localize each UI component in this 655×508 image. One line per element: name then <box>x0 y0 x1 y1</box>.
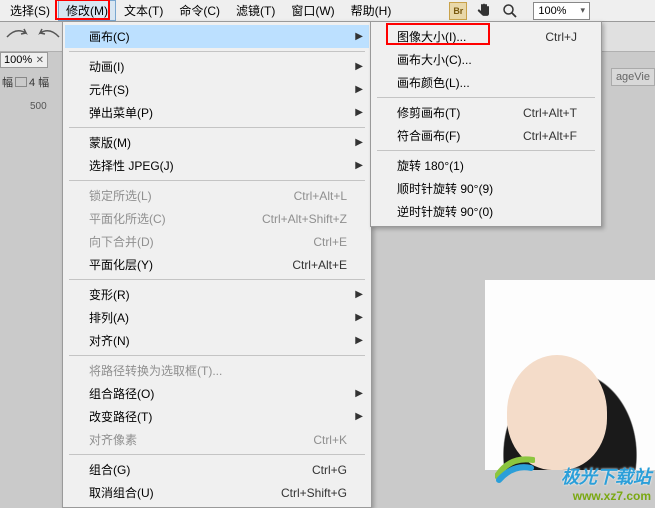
menu-animation[interactable]: 动画(I)▶ <box>65 55 369 78</box>
close-icon[interactable]: ✕ <box>36 55 44 66</box>
menu-combine-path[interactable]: 组合路径(O)▶ <box>65 382 369 405</box>
menu-window[interactable]: 窗口(W) <box>283 0 342 21</box>
submenu-rotate-cw-90[interactable]: 顺时针旋转 90°(9) <box>373 177 599 200</box>
left-strip: 100% ✕ 幅 4 幅 <box>0 52 62 92</box>
menu-text[interactable]: 文本(T) <box>116 0 171 21</box>
submenu-arrow-icon: ▶ <box>355 160 363 171</box>
modify-dropdown: 画布(C) ▶ 动画(I)▶ 元件(S)▶ 弹出菜单(P)▶ 蒙版(M)▶ 选择… <box>62 21 372 508</box>
separator <box>69 127 365 128</box>
frames-row: 幅 4 幅 <box>0 72 62 92</box>
separator <box>69 355 365 356</box>
menu-alter-path[interactable]: 改变路径(T)▶ <box>65 405 369 428</box>
submenu-arrow-icon: ▶ <box>355 388 363 399</box>
watermark-swoosh-icon <box>495 454 535 487</box>
submenu-canvas-color[interactable]: 画布颜色(L)... <box>373 71 599 94</box>
submenu-fit-canvas[interactable]: 符合画布(F)Ctrl+Alt+F <box>373 124 599 147</box>
menu-snap-pixel: 对齐像素Ctrl+K <box>65 428 369 451</box>
submenu-arrow-icon: ▶ <box>355 137 363 148</box>
submenu-arrow-icon: ▶ <box>355 107 363 118</box>
menu-transform[interactable]: 变形(R)▶ <box>65 283 369 306</box>
separator <box>69 180 365 181</box>
submenu-arrow-icon: ▶ <box>355 335 363 346</box>
chevron-down-icon: ▾ <box>580 5 585 16</box>
submenu-trim-canvas[interactable]: 修剪画布(T)Ctrl+Alt+T <box>373 101 599 124</box>
separator <box>69 51 365 52</box>
menu-ungroup[interactable]: 取消组合(U)Ctrl+Shift+G <box>65 481 369 504</box>
ruler-value: 500 <box>30 101 47 112</box>
zoom-value: 100% <box>538 5 566 17</box>
menu-command[interactable]: 命令(C) <box>171 0 228 21</box>
menu-align[interactable]: 对齐(N)▶ <box>65 329 369 352</box>
separator <box>377 150 595 151</box>
menu-arrange[interactable]: 排列(A)▶ <box>65 306 369 329</box>
menu-group[interactable]: 组合(G)Ctrl+G <box>65 458 369 481</box>
submenu-arrow-icon: ▶ <box>355 31 363 42</box>
frames-right: 4 幅 <box>29 74 49 90</box>
hand-icon[interactable] <box>475 2 493 20</box>
submenu-arrow-icon: ▶ <box>355 289 363 300</box>
submenu-arrow-icon: ▶ <box>355 61 363 72</box>
submenu-rotate-180[interactable]: 旋转 180°(1) <box>373 154 599 177</box>
submenu-arrow-icon: ▶ <box>355 411 363 422</box>
canvas-submenu: 图像大小(I)...Ctrl+J 画布大小(C)... 画布颜色(L)... 修… <box>370 21 602 227</box>
menu-path-to-marquee: 将路径转换为选取框(T)... <box>65 359 369 382</box>
zoom-tab-label: 100% <box>4 54 32 66</box>
undo-redo-icons[interactable] <box>4 23 64 51</box>
zoom-dropdown[interactable]: 100% ▾ <box>533 2 590 20</box>
menu-help[interactable]: 帮助(H) <box>343 0 400 21</box>
submenu-canvas-size[interactable]: 画布大小(C)... <box>373 48 599 71</box>
menu-mask[interactable]: 蒙版(M)▶ <box>65 131 369 154</box>
separator <box>377 97 595 98</box>
submenu-arrow-icon: ▶ <box>355 84 363 95</box>
bridge-icon[interactable]: Br <box>449 2 467 20</box>
menubar: 选择(S) 修改(M) 文本(T) 命令(C) 滤镜(T) 窗口(W) 帮助(H… <box>0 0 655 22</box>
menu-select[interactable]: 选择(S) <box>2 0 58 21</box>
separator <box>69 279 365 280</box>
menu-lock-selection: 锁定所选(L)Ctrl+Alt+L <box>65 184 369 207</box>
menu-merge-down: 向下合并(D)Ctrl+E <box>65 230 369 253</box>
menu-symbol[interactable]: 元件(S)▶ <box>65 78 369 101</box>
submenu-rotate-ccw-90[interactable]: 逆时针旋转 90°(0) <box>373 200 599 223</box>
menu-canvas[interactable]: 画布(C) ▶ <box>65 25 369 48</box>
menu-flatten-selection: 平面化所选(C)Ctrl+Alt+Shift+Z <box>65 207 369 230</box>
magnify-icon[interactable] <box>501 2 519 20</box>
separator <box>69 454 365 455</box>
menu-popup[interactable]: 弹出菜单(P)▶ <box>65 101 369 124</box>
photo-preview <box>485 280 655 470</box>
menu-filter[interactable]: 滤镜(T) <box>228 0 283 21</box>
submenu-arrow-icon: ▶ <box>355 312 363 323</box>
zoom-tab[interactable]: 100% ✕ <box>0 52 48 68</box>
menu-flatten-layers[interactable]: 平面化层(Y)Ctrl+Alt+E <box>65 253 369 276</box>
frames-left: 幅 <box>2 74 13 90</box>
menu-selective-jpeg[interactable]: 选择性 JPEG(J)▶ <box>65 154 369 177</box>
submenu-image-size[interactable]: 图像大小(I)...Ctrl+J <box>373 25 599 48</box>
frame-icon[interactable] <box>15 77 27 87</box>
menu-modify[interactable]: 修改(M) <box>58 0 116 21</box>
menubar-icons: Br 100% ▾ <box>449 2 590 20</box>
side-panel-fragment: ageVie <box>611 68 655 86</box>
